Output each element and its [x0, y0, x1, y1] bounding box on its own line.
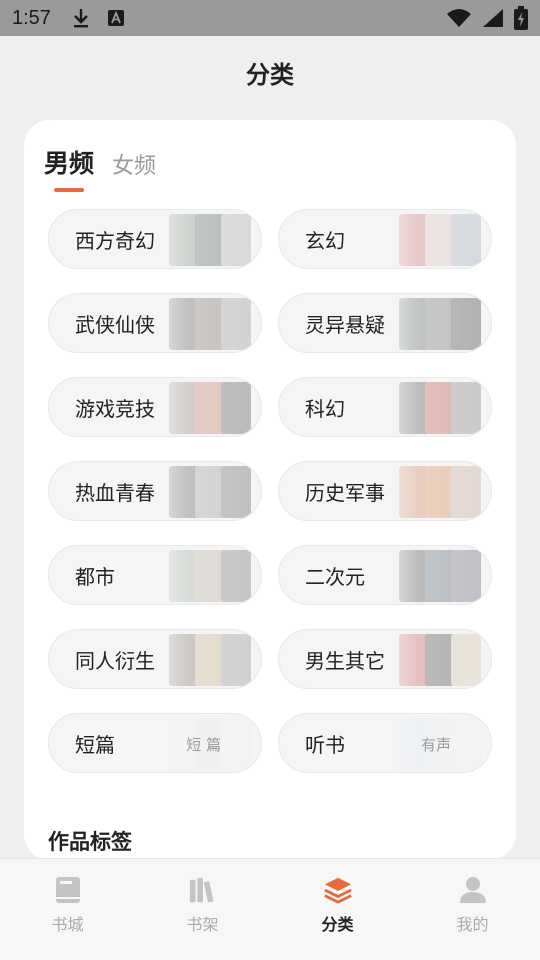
nav-label: 我的	[456, 915, 489, 934]
cover-fade-overlay	[371, 546, 491, 604]
category-pill[interactable]: 同人衍生	[48, 629, 262, 689]
category-label: 听书	[305, 732, 345, 757]
category-pill[interactable]: 男生其它	[278, 629, 492, 689]
person-icon	[458, 875, 488, 905]
header: 分类	[0, 36, 540, 108]
bookshelf-icon	[188, 875, 218, 905]
category-grid: 西方奇幻 玄幻武侠仙侠 灵异悬疑游戏竞技 科幻热血青春 历史军事都市 二次元同人衍生 男生其…	[48, 209, 492, 773]
tab-active-indicator	[54, 188, 84, 192]
wifi-icon	[446, 8, 472, 28]
download-icon	[71, 7, 91, 29]
category-label: 科幻	[305, 396, 345, 421]
category-label: 游戏竞技	[75, 396, 155, 421]
tab-male-label: 男频	[44, 149, 95, 178]
category-pill[interactable]: 都市	[48, 545, 262, 605]
nav-item[interactable]: 我的	[405, 859, 540, 960]
signal-icon	[482, 8, 504, 28]
category-label: 武侠仙侠	[75, 312, 155, 337]
category-pill[interactable]: 玄幻	[278, 209, 492, 269]
cover-fade-overlay	[371, 210, 491, 268]
cover-fade-overlay	[141, 210, 261, 268]
cover-fade-overlay	[141, 462, 261, 520]
category-pill[interactable]: 历史军事	[278, 461, 492, 521]
category-pill[interactable]: 游戏竞技	[48, 377, 262, 437]
tab-male[interactable]: 男频	[44, 144, 95, 192]
category-label: 男生其它	[305, 648, 385, 673]
nav-item[interactable]: 书架	[135, 859, 270, 960]
cover-fade-overlay	[141, 546, 261, 604]
category-label: 玄幻	[305, 228, 345, 253]
cover-fade-overlay	[141, 378, 261, 436]
status-time: 1:57	[12, 6, 51, 29]
category-card: 男频 女频 西方奇幻 玄幻武侠仙侠 灵异悬疑游戏竞技 科幻热血青春 历史军事都市 二次元同…	[24, 120, 516, 860]
category-pill[interactable]: 灵异悬疑	[278, 293, 492, 353]
battery-charging-icon	[514, 6, 528, 30]
cover-fade-overlay	[371, 462, 491, 520]
section-title-tags: 作品标签	[48, 830, 132, 854]
a-keyboard-icon	[107, 9, 125, 27]
category-pill[interactable]: 有声听书	[278, 713, 492, 773]
nav-label: 书城	[51, 915, 84, 934]
page-title: 分类	[246, 60, 294, 89]
tab-female-label: 女频	[112, 154, 157, 179]
status-bar: 1:57	[0, 0, 540, 36]
category-label: 历史军事	[305, 480, 385, 505]
bottom-nav: 书城 书架 分类 我的	[0, 858, 540, 960]
category-pill[interactable]: 西方奇幻	[48, 209, 262, 269]
nav-label: 书架	[186, 915, 219, 934]
nav-label: 分类	[321, 915, 354, 934]
category-label: 都市	[75, 564, 115, 589]
cover-fade-overlay	[371, 714, 491, 772]
category-label: 热血青春	[75, 480, 155, 505]
cover-fade-overlay	[371, 630, 491, 688]
category-pill[interactable]: 短 篇短篇	[48, 713, 262, 773]
nav-item[interactable]: 书城	[0, 859, 135, 960]
cover-fade-overlay	[141, 714, 261, 772]
gender-tabs: 男频 女频	[44, 144, 156, 192]
cover-fade-overlay	[371, 378, 491, 436]
category-label: 同人衍生	[75, 648, 155, 673]
cover-fade-overlay	[371, 294, 491, 352]
category-pill[interactable]: 武侠仙侠	[48, 293, 262, 353]
category-pill[interactable]: 热血青春	[48, 461, 262, 521]
cover-fade-overlay	[141, 294, 261, 352]
category-label: 短篇	[75, 732, 115, 757]
layers-icon	[323, 875, 353, 905]
cover-fade-overlay	[141, 630, 261, 688]
nav-item[interactable]: 分类	[270, 859, 405, 960]
category-label: 灵异悬疑	[305, 312, 385, 337]
category-label: 二次元	[305, 564, 365, 589]
category-pill[interactable]: 二次元	[278, 545, 492, 605]
category-pill[interactable]: 科幻	[278, 377, 492, 437]
tab-female[interactable]: 女频	[112, 148, 156, 180]
book-icon	[53, 875, 83, 905]
category-label: 西方奇幻	[75, 228, 155, 253]
